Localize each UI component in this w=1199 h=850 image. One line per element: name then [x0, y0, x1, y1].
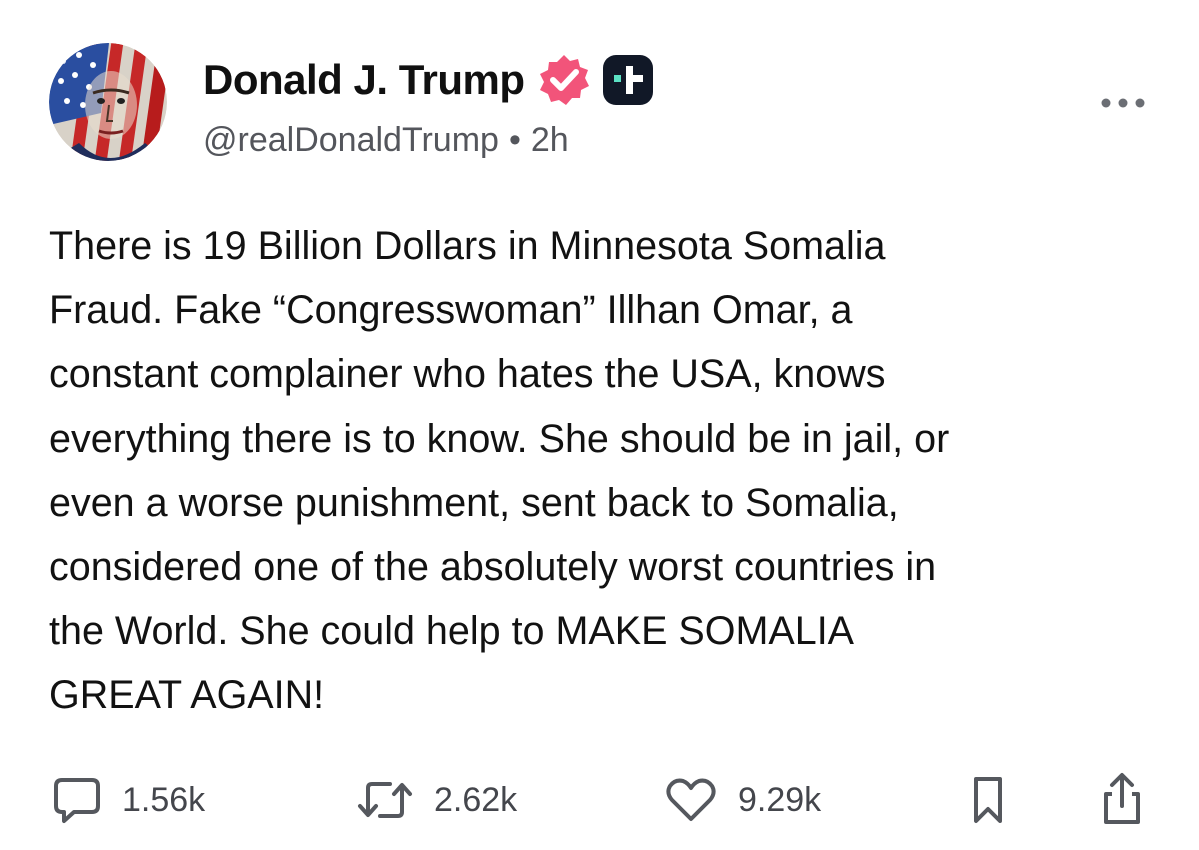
retruth-icon	[358, 782, 412, 818]
author-row: Donald J. Trump	[203, 52, 655, 108]
more-options-icon	[1101, 98, 1145, 108]
avatar-image	[49, 43, 167, 161]
post-text: There is 19 Billion Dollars in Minnesota…	[49, 224, 950, 718]
retruth-button[interactable]: 2.62k	[356, 772, 517, 828]
truth-social-icon	[601, 53, 655, 107]
reply-button[interactable]: 1.56k	[52, 772, 205, 828]
like-button[interactable]: 9.29k	[664, 772, 821, 828]
retruth-count: 2.62k	[434, 780, 518, 819]
separator-dot: •	[508, 120, 521, 159]
post-time[interactable]: 2h	[531, 121, 569, 160]
heart-icon	[666, 778, 716, 821]
share-icon	[1104, 773, 1140, 824]
bookmark-icon	[974, 777, 1002, 823]
author-handle[interactable]: @realDonaldTrump	[203, 121, 499, 160]
more-options-button[interactable]	[1098, 92, 1148, 114]
verified-badge-icon	[537, 53, 591, 107]
avatar[interactable]	[49, 43, 167, 161]
reply-icon	[54, 778, 100, 823]
reply-count: 1.56k	[122, 780, 206, 819]
handle-row: @realDonaldTrump • 2h	[203, 116, 569, 164]
bookmark-button[interactable]	[968, 772, 1008, 828]
author-name[interactable]: Donald J. Trump	[203, 56, 525, 104]
share-button[interactable]	[1098, 772, 1146, 828]
like-count: 9.29k	[738, 780, 822, 819]
